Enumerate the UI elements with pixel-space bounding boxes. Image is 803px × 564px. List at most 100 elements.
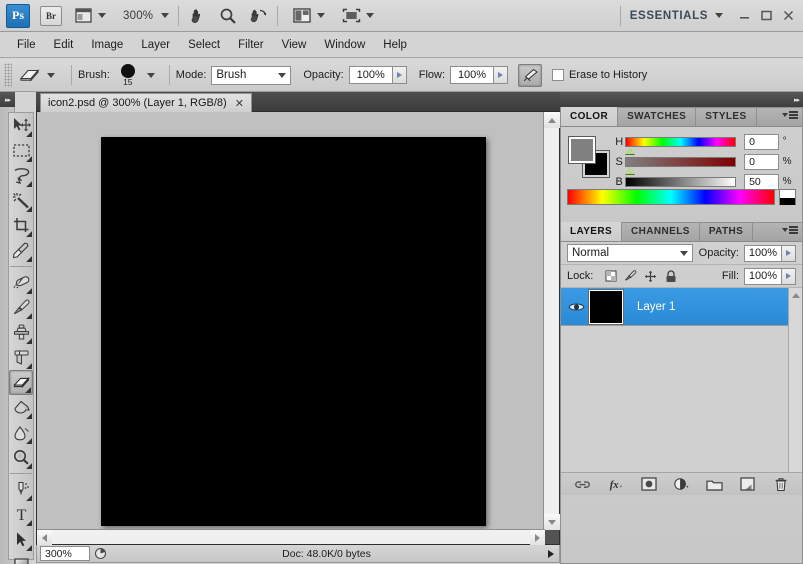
opacity-value[interactable]: 100%	[348, 66, 393, 84]
color-ramp-endpoints[interactable]	[779, 189, 796, 205]
arrange-documents-button[interactable]	[289, 4, 328, 28]
brush-tool[interactable]	[9, 295, 33, 320]
dodge-tool[interactable]	[9, 445, 33, 470]
layer-list[interactable]: Layer 1	[561, 288, 802, 472]
fill-stepper[interactable]: 100%	[744, 267, 796, 285]
launch-bridge-button[interactable]: Br	[40, 5, 62, 26]
saturation-value[interactable]: 0	[744, 153, 779, 170]
tab-styles[interactable]: STYLES	[696, 107, 757, 126]
color-spectrum-ramp[interactable]	[567, 189, 775, 205]
close-button[interactable]	[777, 6, 799, 26]
clone-stamp-tool[interactable]	[9, 320, 33, 345]
workspace-switcher[interactable]: ESSENTIALS	[611, 5, 803, 26]
lock-transparent-pixels-icon[interactable]	[604, 270, 617, 283]
layer-list-scrollbar[interactable]	[788, 288, 802, 472]
table-row[interactable]: Layer 1	[561, 288, 802, 326]
erase-to-history-checkbox[interactable]	[552, 69, 565, 81]
blend-mode-select[interactable]: Normal	[567, 244, 693, 262]
brightness-slider[interactable]	[625, 176, 737, 194]
flow-slider-arrow[interactable]	[494, 66, 509, 84]
tab-color[interactable]: COLOR	[561, 107, 619, 126]
menu-edit[interactable]: Edit	[45, 36, 83, 54]
eraser-tool[interactable]	[9, 370, 33, 395]
delete-layer-icon[interactable]	[772, 476, 789, 493]
eraser-tool-icon[interactable]	[15, 63, 45, 87]
close-icon[interactable]: ✕	[235, 97, 244, 110]
menu-window[interactable]: Window	[315, 36, 374, 54]
hue-value[interactable]: 0	[744, 133, 779, 150]
scroll-left-button[interactable]	[37, 530, 52, 545]
history-brush-tool[interactable]	[9, 345, 33, 370]
fill-slider-arrow[interactable]	[782, 267, 796, 285]
scroll-right-button[interactable]	[530, 530, 545, 545]
path-selection-tool[interactable]	[9, 527, 33, 552]
canvas-vertical-scrollbar[interactable]	[543, 112, 560, 530]
spot-healing-brush-tool[interactable]	[9, 270, 33, 295]
black-swatch[interactable]	[780, 198, 795, 205]
menu-view[interactable]: View	[273, 36, 316, 54]
canvas-area[interactable]	[37, 112, 545, 530]
brightness-value[interactable]: 50	[744, 173, 779, 190]
flow-value[interactable]: 100%	[450, 66, 495, 84]
zoom-level-chevron-down-icon[interactable]	[161, 13, 170, 18]
options-bar-gripper[interactable]	[4, 63, 12, 87]
tool-preset-chevron-down-icon[interactable]	[47, 72, 55, 78]
mode-select[interactable]: Brush	[211, 65, 292, 85]
opacity-slider-arrow[interactable]	[392, 66, 407, 84]
zoom-tool-icon[interactable]	[218, 6, 238, 26]
lock-position-icon[interactable]	[644, 270, 657, 283]
lock-all-icon[interactable]	[664, 269, 677, 283]
scroll-up-button[interactable]	[544, 112, 560, 128]
image-canvas[interactable]	[101, 137, 486, 526]
saturation-slider[interactable]	[625, 156, 737, 174]
layer-opacity-value[interactable]: 100%	[744, 244, 782, 262]
minimize-button[interactable]	[733, 6, 755, 26]
left-dock-expand-button[interactable]: ▸▸	[0, 92, 15, 107]
hue-slider[interactable]	[625, 136, 737, 154]
link-layers-icon[interactable]	[574, 476, 591, 493]
menu-file[interactable]: File	[8, 36, 45, 54]
layer-visibility-eye-icon[interactable]	[565, 296, 587, 318]
tab-channels[interactable]: CHANNELS	[622, 222, 700, 241]
rotate-view-tool-icon[interactable]	[248, 6, 268, 26]
right-dock-collapse-button[interactable]: ▸▸	[560, 92, 803, 107]
layer-name[interactable]: Layer 1	[637, 301, 675, 313]
menu-filter[interactable]: Filter	[229, 36, 273, 54]
document-info-icon[interactable]	[90, 546, 110, 562]
opacity-stepper[interactable]: 100%	[348, 66, 407, 84]
fill-value[interactable]: 100%	[744, 267, 782, 285]
layer-style-fx-icon[interactable]: fx	[607, 476, 624, 493]
rectangular-marquee-tool[interactable]	[9, 138, 33, 163]
rectangle-shape-tool[interactable]	[9, 552, 33, 564]
layer-opacity-slider-arrow[interactable]	[782, 244, 796, 262]
color-panel-menu-button[interactable]	[782, 111, 798, 119]
brush-preview[interactable]: 15	[115, 63, 141, 86]
layer-opacity-stepper[interactable]: 100%	[744, 244, 796, 262]
move-tool[interactable]	[9, 113, 33, 138]
menu-help[interactable]: Help	[374, 36, 416, 54]
new-adjustment-layer-icon[interactable]	[673, 476, 690, 493]
view-extras-button[interactable]	[70, 4, 109, 28]
scroll-down-button[interactable]	[544, 514, 560, 530]
brush-picker-chevron-down-icon[interactable]	[146, 72, 155, 78]
crop-tool[interactable]	[9, 213, 33, 238]
menu-layer[interactable]: Layer	[132, 36, 179, 54]
hue-slider-thumb[interactable]	[625, 146, 636, 154]
document-tab[interactable]: icon2.psd @ 300% (Layer 1, RGB/8) ✕	[40, 93, 252, 112]
eyedropper-tool[interactable]	[9, 238, 33, 263]
pen-tool[interactable]	[9, 477, 33, 502]
scroll-up-button[interactable]	[789, 288, 802, 302]
add-layer-mask-icon[interactable]	[640, 476, 657, 493]
new-layer-icon[interactable]	[739, 476, 756, 493]
tab-paths[interactable]: PATHS	[700, 222, 754, 241]
layer-thumbnail[interactable]	[588, 288, 624, 325]
lasso-tool[interactable]	[9, 163, 33, 188]
status-menu-arrow[interactable]	[543, 546, 559, 562]
tab-swatches[interactable]: SWATCHES	[618, 107, 697, 126]
canvas-horizontal-scrollbar[interactable]	[37, 529, 545, 545]
gradient-tool[interactable]	[9, 395, 33, 420]
screen-mode-button[interactable]	[338, 4, 377, 28]
maximize-button[interactable]	[755, 6, 777, 26]
foreground-color-swatch[interactable]	[568, 136, 596, 164]
menu-image[interactable]: Image	[82, 36, 132, 54]
